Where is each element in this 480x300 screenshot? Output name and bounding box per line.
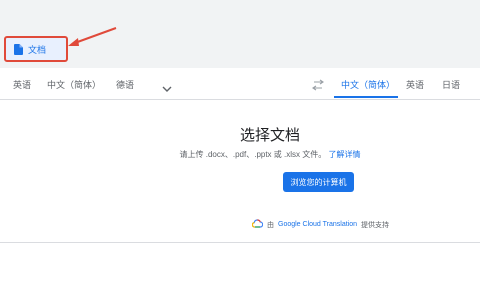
- target-lang-english[interactable]: 英语: [406, 78, 424, 91]
- upload-hint-text: 请上传 .docx、.pdf、.pptx 或 .xlsx 文件。: [179, 150, 327, 159]
- powered-suffix: 提供支持: [361, 221, 389, 229]
- upload-hint: 请上传 .docx、.pdf、.pptx 或 .xlsx 文件。 了解详情: [0, 149, 480, 160]
- source-lang-english[interactable]: 英语: [13, 78, 31, 91]
- source-lang-german[interactable]: 德语: [116, 78, 134, 91]
- powered-prefix: 由: [267, 221, 274, 229]
- target-lang-chinese[interactable]: 中文（简体）: [341, 78, 395, 91]
- chevron-down-icon[interactable]: [162, 80, 172, 98]
- tab-documents-label: 文档: [28, 44, 47, 55]
- divider: [0, 242, 480, 243]
- active-target-underline: [334, 96, 398, 98]
- annotation-arrow: [68, 27, 117, 46]
- google-cloud-icon: [251, 219, 264, 230]
- tab-documents[interactable]: 文档: [4, 36, 68, 62]
- browse-computer-button[interactable]: 浏览您的计算机: [283, 172, 354, 192]
- source-lang-chinese[interactable]: 中文（简体）: [47, 78, 101, 91]
- document-icon: [14, 43, 23, 55]
- swap-languages-icon[interactable]: [311, 78, 325, 96]
- powered-by: 由 Google Cloud Translation 提供支持: [251, 219, 389, 230]
- target-lang-japanese[interactable]: 日语: [442, 78, 460, 91]
- learn-more-link[interactable]: 了解详情: [328, 150, 360, 159]
- powered-brand-link[interactable]: Google Cloud Translation: [278, 221, 357, 228]
- page-title: 选择文档: [239, 127, 300, 144]
